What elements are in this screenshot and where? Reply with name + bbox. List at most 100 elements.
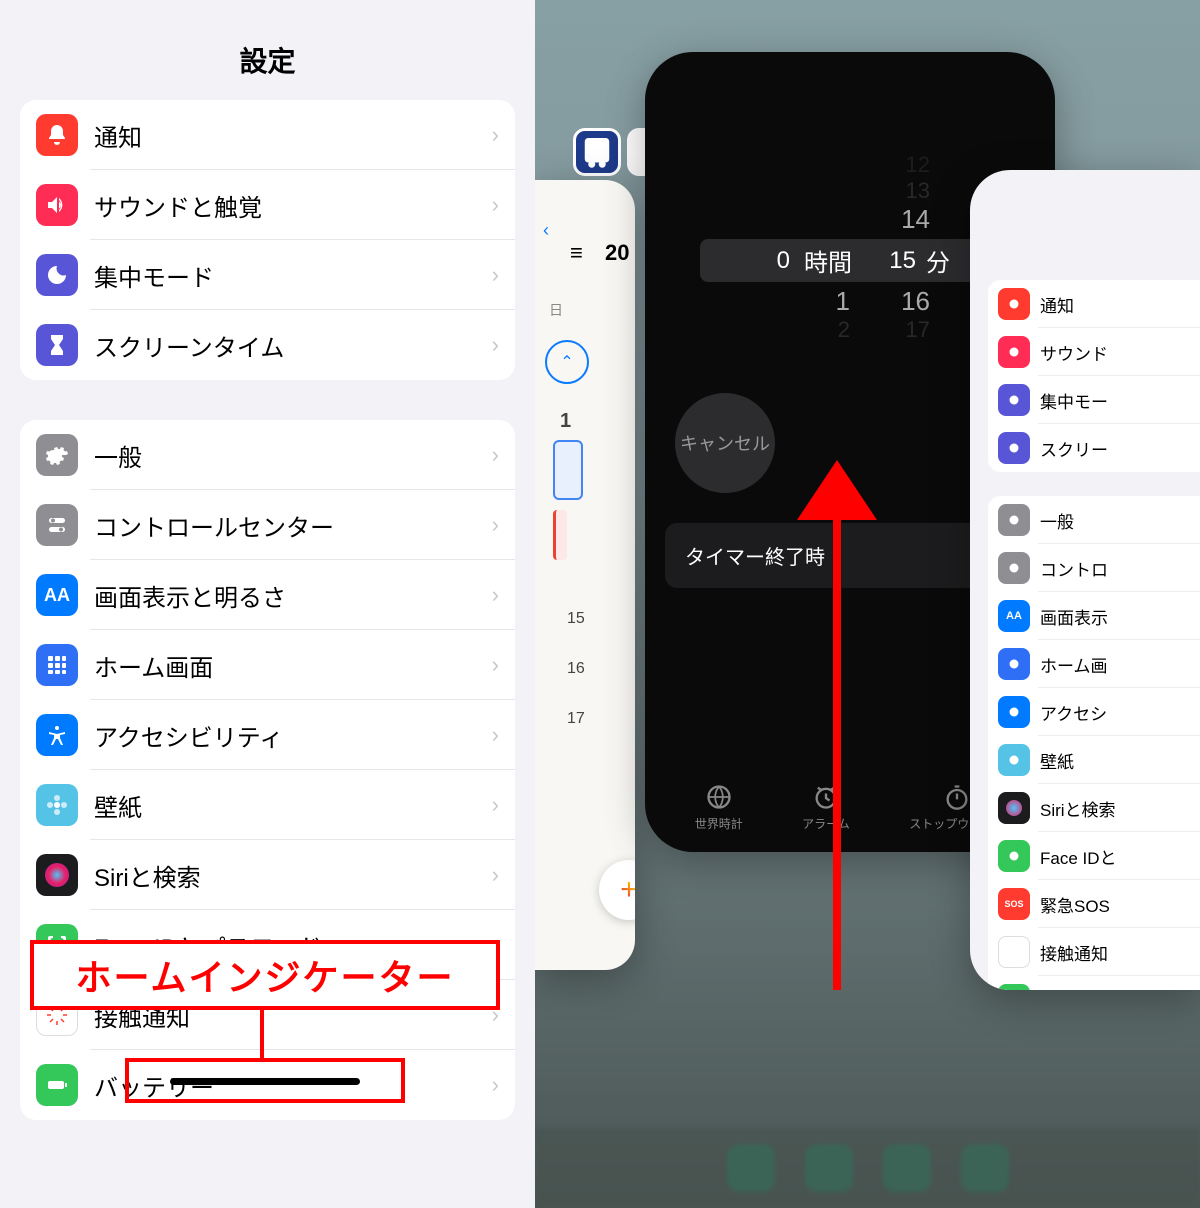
row-label: 通知 [94, 118, 492, 153]
annotation-connector [260, 1010, 264, 1060]
mini-label: アクセシ [1040, 700, 1107, 725]
app-card-settings[interactable]: 通知サウンド集中モースクリー 一般コントロ AA画面表示ホーム画アクセシ壁紙 Sir… [970, 170, 1200, 990]
mini-label: コントロ [1040, 556, 1108, 581]
mini-icon [998, 648, 1030, 680]
mini-row[interactable]: 一般 [988, 496, 1200, 544]
annotation-arrow-line [833, 500, 841, 990]
mini-label: サウンド [1040, 340, 1108, 365]
mini-label: 集中モー [1040, 388, 1108, 413]
chevron-right-icon: › [492, 262, 499, 288]
mini-label: 緊急SOS [1040, 892, 1110, 917]
bell-icon [36, 114, 78, 156]
mini-row[interactable]: SOS 緊急SOS [988, 880, 1200, 928]
row-focus[interactable]: 集中モード › [20, 240, 515, 310]
mini-icon: SOS [998, 888, 1030, 920]
add-button[interactable]: + [599, 860, 635, 920]
mini-row[interactable]: 接触通知 [988, 928, 1200, 976]
flower-icon [36, 784, 78, 826]
row-label: スクリーンタイム [94, 328, 492, 363]
row-display[interactable]: AA 画面表示と明るさ › [20, 560, 515, 630]
moon-icon [36, 254, 78, 296]
app-icon-transit[interactable] [573, 128, 621, 176]
mini-row[interactable]: Siriと検索 [988, 784, 1200, 832]
row-accessibility[interactable]: アクセシビリティ › [20, 700, 515, 770]
tab-alarm[interactable]: アラーム [802, 783, 850, 832]
row-label: ホーム画面 [94, 648, 492, 683]
mini-row[interactable]: コントロ [988, 544, 1200, 592]
row-control-center[interactable]: コントロールセンター › [20, 490, 515, 560]
accessibility-icon [36, 714, 78, 756]
tab-worldclock[interactable]: 世界時計 [695, 783, 743, 832]
annotation-label: ホームインジケーター [30, 940, 500, 1010]
mini-label: バッテリ [1040, 988, 1108, 991]
menu-icon: ≡ [570, 240, 583, 266]
row-general[interactable]: 一般 › [20, 420, 515, 490]
mini-row[interactable]: スクリー [988, 424, 1200, 472]
row-label: 一般 [94, 438, 492, 473]
mini-label: 接触通知 [1040, 940, 1108, 965]
row-label: 集中モード [94, 258, 492, 293]
day-label: 日 [549, 300, 563, 320]
mini-row[interactable]: バッテリ [988, 976, 1200, 990]
mini-row[interactable]: AA画面表示 [988, 592, 1200, 640]
row-homescreen[interactable]: ホーム画面 › [20, 630, 515, 700]
battery-icon [36, 1064, 78, 1106]
chevron-up-icon: ⌃ [545, 340, 589, 384]
mini-row[interactable]: Face IDと [988, 832, 1200, 880]
settings-group-2: 一般 › コントロールセンター › AA 画面表示と明るさ › ホーム画面 › … [20, 420, 515, 1120]
mini-row[interactable]: 通知 [988, 280, 1200, 328]
row-sounds[interactable]: サウンドと触覚 › [20, 170, 515, 240]
switches-icon [36, 504, 78, 546]
mini-row[interactable]: ホーム画 [988, 640, 1200, 688]
mini-icon: AA [998, 600, 1030, 632]
chevron-right-icon: › [492, 512, 499, 538]
mini-label: ホーム画 [1040, 652, 1108, 677]
mini-label: 一般 [1040, 508, 1074, 533]
dock [535, 1128, 1200, 1208]
mini-icon [998, 552, 1030, 584]
app-switcher[interactable]: 31 概要 ‹ ≡ 20 日 ⌃ 1 15 16 17 + 12 13 14 0… [535, 0, 1200, 1208]
mini-icon [998, 432, 1030, 464]
mini-icon [998, 984, 1030, 990]
mini-icon [998, 384, 1030, 416]
mini-icon [998, 288, 1030, 320]
row-label: 画面表示と明るさ [94, 578, 492, 613]
chevron-right-icon: › [492, 122, 499, 148]
row-screentime[interactable]: スクリーンタイム › [20, 310, 515, 380]
back-chevron-icon: ‹ [543, 220, 549, 241]
hourglass-icon [36, 324, 78, 366]
chevron-right-icon: › [492, 792, 499, 818]
row-label: アクセシビリティ [94, 718, 492, 753]
speaker-icon [36, 184, 78, 226]
row-label: コントロールセンター [94, 508, 492, 543]
mini-icon [998, 840, 1030, 872]
mini-label: Face IDと [1040, 844, 1117, 869]
row-label: Siriと検索 [94, 858, 492, 893]
row-notifications[interactable]: 通知 › [20, 100, 515, 170]
row-label: サウンドと触覚 [94, 188, 492, 223]
siri-icon [36, 854, 78, 896]
mini-row[interactable]: 壁紙 [988, 736, 1200, 784]
settings-screen: 設定 通知 › サウンドと触覚 › 集中モード › スクリーンタイム › 一般 … [0, 0, 535, 1208]
mini-label: スクリー [1040, 436, 1108, 461]
row-siri[interactable]: Siriと検索 › [20, 840, 515, 910]
mini-label: 通知 [1040, 292, 1074, 317]
chevron-right-icon: › [492, 652, 499, 678]
mini-row[interactable]: アクセシ [988, 688, 1200, 736]
chevron-right-icon: › [492, 332, 499, 358]
chevron-right-icon: › [492, 442, 499, 468]
mini-label: Siriと検索 [1040, 796, 1116, 821]
cancel-button[interactable]: キャンセル [675, 393, 775, 493]
mini-icon [998, 744, 1030, 776]
chevron-right-icon: › [492, 192, 499, 218]
mini-icon [998, 696, 1030, 728]
app-card-calendar[interactable]: ‹ ≡ 20 日 ⌃ 1 15 16 17 + [535, 180, 635, 970]
row-label: 壁紙 [94, 788, 492, 823]
aa-icon: AA [36, 574, 78, 616]
row-wallpaper[interactable]: 壁紙 › [20, 770, 515, 840]
mini-row[interactable]: サウンド [988, 328, 1200, 376]
home-indicator[interactable] [170, 1078, 360, 1085]
calendar-year: 20 [605, 240, 629, 266]
mini-row[interactable]: 集中モー [988, 376, 1200, 424]
mini-label: 壁紙 [1040, 748, 1074, 773]
